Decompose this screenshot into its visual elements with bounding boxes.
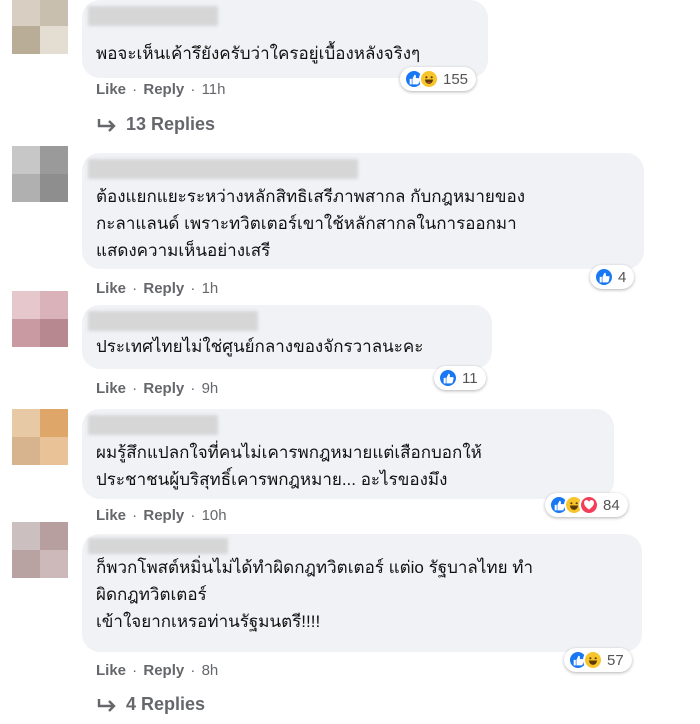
reaction-count: 4 [618, 268, 627, 286]
comment-text: ต้องแยกแยะระหว่างหลักสิทธิเสรีภาพสากล กั… [96, 187, 526, 260]
comment-actions: Like · Reply · 10h [96, 507, 227, 524]
comment-time[interactable]: 10h [202, 507, 227, 524]
reaction-count: 57 [607, 651, 624, 669]
reaction-summary[interactable]: 4 [590, 265, 635, 289]
like-button[interactable]: Like [96, 662, 126, 679]
comment-text: พอจะเห็นเค้ารึยังครับว่าใครอยู่เบื้องหลั… [96, 44, 421, 63]
haha-reaction-icon [419, 69, 439, 89]
replies-count-label[interactable]: 13 Replies [126, 114, 215, 135]
reply-arrow-icon [97, 698, 116, 712]
commenter-name-blurred[interactable] [88, 415, 218, 435]
reaction-count: 11 [462, 369, 478, 387]
comment-bubble: ก็พวกโพสต์หมิ่นไม่ได้ทำผิดกฎทวิตเตอร์ แต… [82, 534, 642, 652]
avatar[interactable] [12, 146, 68, 202]
comment-time[interactable]: 11h [202, 81, 226, 98]
replies-count-label[interactable]: 4 Replies [126, 694, 205, 715]
reply-button[interactable]: Reply [143, 380, 184, 397]
avatar[interactable] [12, 409, 68, 465]
reaction-summary[interactable]: 155 [400, 67, 477, 91]
commenter-name-blurred[interactable] [88, 6, 218, 26]
comment-bubble: ประเทศไทยไม่ใช่ศูนย์กลางของจักรวาลนะคะ [82, 305, 492, 369]
comment-text: ประเทศไทยไม่ใช่ศูนย์กลางของจักรวาลนะคะ [96, 337, 424, 356]
like-reaction-icon [594, 267, 614, 287]
reply-button[interactable]: Reply [143, 81, 184, 98]
reply-button[interactable]: Reply [143, 662, 184, 679]
love-reaction-icon [579, 495, 599, 515]
reaction-count: 155 [443, 70, 469, 88]
reaction-count: 84 [603, 496, 620, 514]
comment-actions: Like · Reply · 9h [96, 380, 219, 397]
view-replies-link[interactable]: 13 Replies [96, 114, 215, 135]
reaction-summary[interactable]: 57 [564, 648, 632, 672]
like-button[interactable]: Like [96, 380, 126, 397]
view-replies-link[interactable]: 4 Replies [96, 694, 205, 715]
commenter-name-blurred[interactable] [88, 159, 358, 179]
comment-text: ผมรู้สึกแปลกใจที่คนไม่เคารพกฎหมายแต่เสือ… [96, 443, 482, 489]
like-button[interactable]: Like [96, 507, 126, 524]
comment-time[interactable]: 9h [202, 380, 219, 397]
reaction-summary[interactable]: 84 [545, 493, 628, 517]
comment-time[interactable]: 1h [202, 280, 219, 297]
comment-time[interactable]: 8h [202, 662, 219, 679]
commenter-name-blurred[interactable] [88, 538, 228, 554]
like-button[interactable]: Like [96, 280, 126, 297]
comment-bubble: ผมรู้สึกแปลกใจที่คนไม่เคารพกฎหมายแต่เสือ… [82, 409, 614, 499]
like-button[interactable]: Like [96, 81, 126, 98]
like-reaction-icon [438, 368, 458, 388]
reaction-summary[interactable]: 11 [434, 366, 486, 390]
comment-bubble: ต้องแยกแยะระหว่างหลักสิทธิเสรีภาพสากล กั… [82, 153, 644, 269]
comment-actions: Like · Reply · 8h [96, 662, 219, 679]
comment-text: ก็พวกโพสต์หมิ่นไม่ได้ทำผิดกฎทวิตเตอร์ แต… [96, 558, 534, 631]
reply-arrow-icon [97, 118, 116, 132]
reply-button[interactable]: Reply [143, 280, 184, 297]
avatar[interactable] [12, 522, 68, 578]
comment-actions: Like · Reply · 11h [96, 81, 226, 98]
comment-actions: Like · Reply · 1h [96, 280, 219, 297]
avatar[interactable] [12, 291, 68, 347]
reply-button[interactable]: Reply [143, 507, 184, 524]
haha-reaction-icon [583, 650, 603, 670]
commenter-name-blurred[interactable] [88, 311, 258, 331]
avatar[interactable] [12, 0, 68, 54]
